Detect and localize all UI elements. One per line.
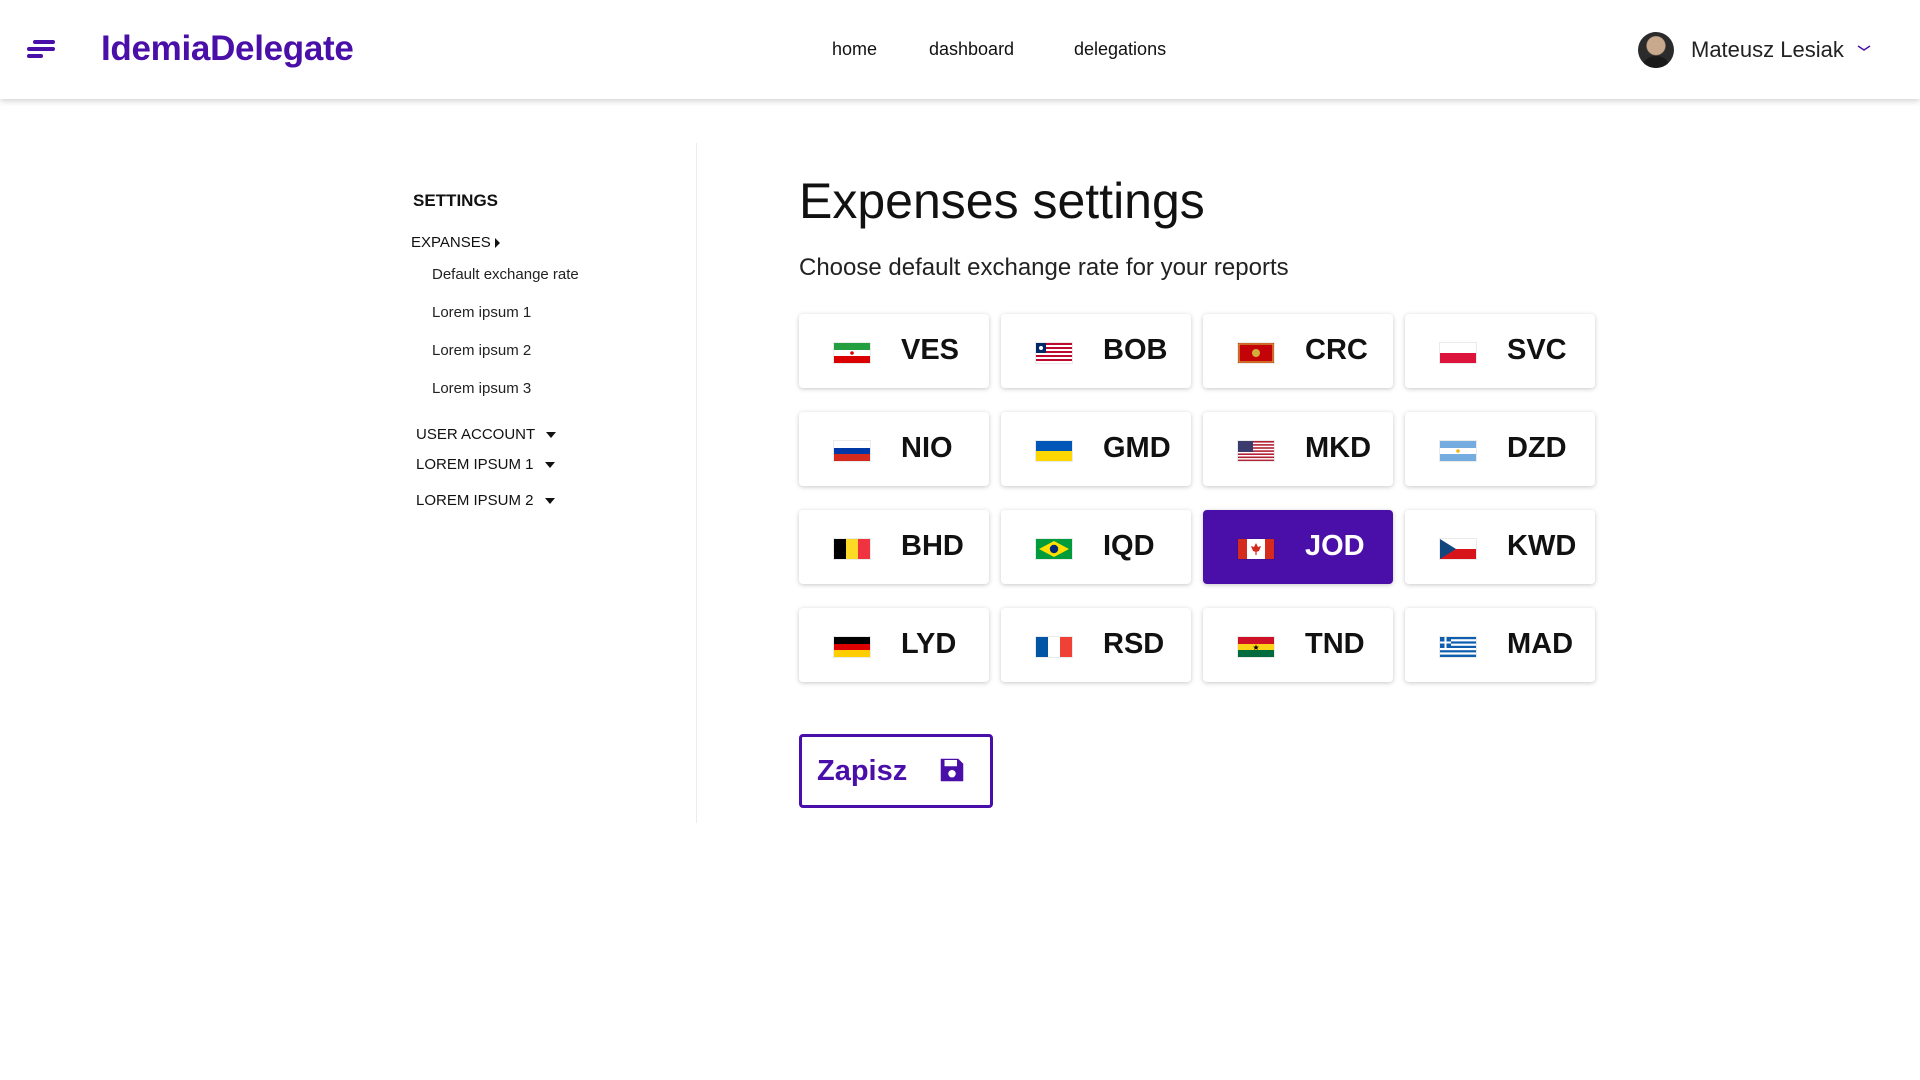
currency-code: DZD — [1507, 432, 1567, 464]
currency-tile-jod[interactable]: JOD — [1203, 510, 1393, 584]
currency-code: BOB — [1103, 334, 1168, 366]
liberia-flag-icon — [1035, 342, 1073, 364]
currency-tile-mad[interactable]: MAD — [1405, 608, 1595, 682]
sidebar-section-label: EXPANSES — [411, 234, 491, 251]
iran-flag-icon — [833, 342, 871, 364]
sidebar-divider — [696, 143, 697, 823]
currency-tile-dzd[interactable]: DZD — [1405, 412, 1595, 486]
currency-grid: VES BOB CRC SVC NIO GMD MKD DZD BHD IQD … — [799, 314, 1599, 684]
currency-tile-bhd[interactable]: BHD — [799, 510, 989, 584]
currency-tile-kwd[interactable]: KWD — [1405, 510, 1595, 584]
currency-tile-nio[interactable]: NIO — [799, 412, 989, 486]
page-title: Expenses settings — [799, 173, 1205, 229]
currency-tile-iqd[interactable]: IQD — [1001, 510, 1191, 584]
caret-right-icon — [494, 237, 500, 248]
caret-down-icon — [546, 431, 557, 438]
sidebar-section-label: LOREM IPSUM 1 — [416, 456, 534, 473]
currency-tile-mkd[interactable]: MKD — [1203, 412, 1393, 486]
currency-code: TND — [1305, 628, 1365, 660]
sidebar-item-lorem-ipsum-2[interactable]: Lorem ipsum 2 — [432, 342, 531, 359]
sidebar-section-lorem-ipsum-2[interactable]: LOREM IPSUM 2 — [416, 492, 555, 509]
currency-code: MKD — [1305, 432, 1372, 464]
currency-code: LYD — [901, 628, 957, 660]
brazil-flag-icon — [1035, 538, 1073, 560]
currency-tile-bob[interactable]: BOB — [1001, 314, 1191, 388]
sidebar-title: SETTINGS — [413, 191, 499, 210]
currency-code: NIO — [901, 432, 953, 464]
currency-code: JOD — [1305, 530, 1365, 562]
ukraine-flag-icon — [1035, 440, 1073, 462]
chevron-down-icon[interactable] — [1857, 43, 1871, 53]
currency-code: KWD — [1507, 530, 1577, 562]
floppy-disk-icon — [940, 758, 964, 782]
sidebar-section-label: LOREM IPSUM 2 — [416, 492, 534, 509]
avatar[interactable] — [1638, 32, 1674, 68]
save-button-label: Zapisz — [817, 755, 908, 787]
sidebar-section-label: USER ACCOUNT — [416, 426, 536, 443]
sidebar-section-lorem-ipsum-1[interactable]: LOREM IPSUM 1 — [416, 456, 555, 473]
currency-tile-svc[interactable]: SVC — [1405, 314, 1595, 388]
currency-tile-gmd[interactable]: GMD — [1001, 412, 1191, 486]
currency-tile-tnd[interactable]: TND — [1203, 608, 1393, 682]
sidebar-section-expanses[interactable]: EXPANSES — [411, 234, 500, 251]
caret-down-icon — [544, 461, 555, 468]
canada-flag-icon — [1237, 538, 1275, 560]
czech-flag-icon — [1439, 538, 1477, 560]
usa-flag-icon — [1237, 440, 1275, 462]
user-name[interactable]: Mateusz Lesiak — [1691, 37, 1844, 63]
currency-code: GMD — [1103, 432, 1171, 464]
poland-flag-icon — [1439, 342, 1477, 364]
currency-code: SVC — [1507, 334, 1567, 366]
nav-home[interactable]: home — [832, 39, 877, 60]
brand-logo[interactable]: IdemiaDelegate — [101, 29, 354, 69]
russia-flag-icon — [833, 440, 871, 462]
nav-delegations[interactable]: delegations — [1074, 39, 1166, 60]
currency-tile-ves[interactable]: VES — [799, 314, 989, 388]
currency-tile-crc[interactable]: CRC — [1203, 314, 1393, 388]
page-subtitle: Choose default exchange rate for your re… — [799, 254, 1289, 281]
currency-code: RSD — [1103, 628, 1165, 660]
menu-icon[interactable] — [27, 40, 57, 60]
montenegro-flag-icon — [1237, 342, 1275, 364]
ghana-flag-icon — [1237, 636, 1275, 658]
greece-flag-icon — [1439, 636, 1477, 658]
top-header: IdemiaDelegate home dashboard delegation… — [0, 0, 1920, 99]
save-button[interactable]: Zapisz — [799, 734, 993, 808]
sidebar-section-user-account[interactable]: USER ACCOUNT — [416, 426, 557, 443]
currency-tile-lyd[interactable]: LYD — [799, 608, 989, 682]
sidebar-item-lorem-ipsum-3[interactable]: Lorem ipsum 3 — [432, 380, 531, 397]
germany-flag-icon — [833, 636, 871, 658]
sidebar-item-lorem-ipsum-1[interactable]: Lorem ipsum 1 — [432, 304, 531, 321]
currency-code: BHD — [901, 530, 964, 562]
currency-code: CRC — [1305, 334, 1368, 366]
nav-dashboard[interactable]: dashboard — [929, 39, 1014, 60]
currency-code: MAD — [1507, 628, 1574, 660]
currency-tile-rsd[interactable]: RSD — [1001, 608, 1191, 682]
belgium-flag-icon — [833, 538, 871, 560]
argentina-flag-icon — [1439, 440, 1477, 462]
currency-code: IQD — [1103, 530, 1155, 562]
caret-down-icon — [544, 497, 555, 504]
france-flag-icon — [1035, 636, 1073, 658]
currency-code: VES — [901, 334, 960, 366]
sidebar-item-default-exchange-rate[interactable]: Default exchange rate — [432, 266, 579, 283]
